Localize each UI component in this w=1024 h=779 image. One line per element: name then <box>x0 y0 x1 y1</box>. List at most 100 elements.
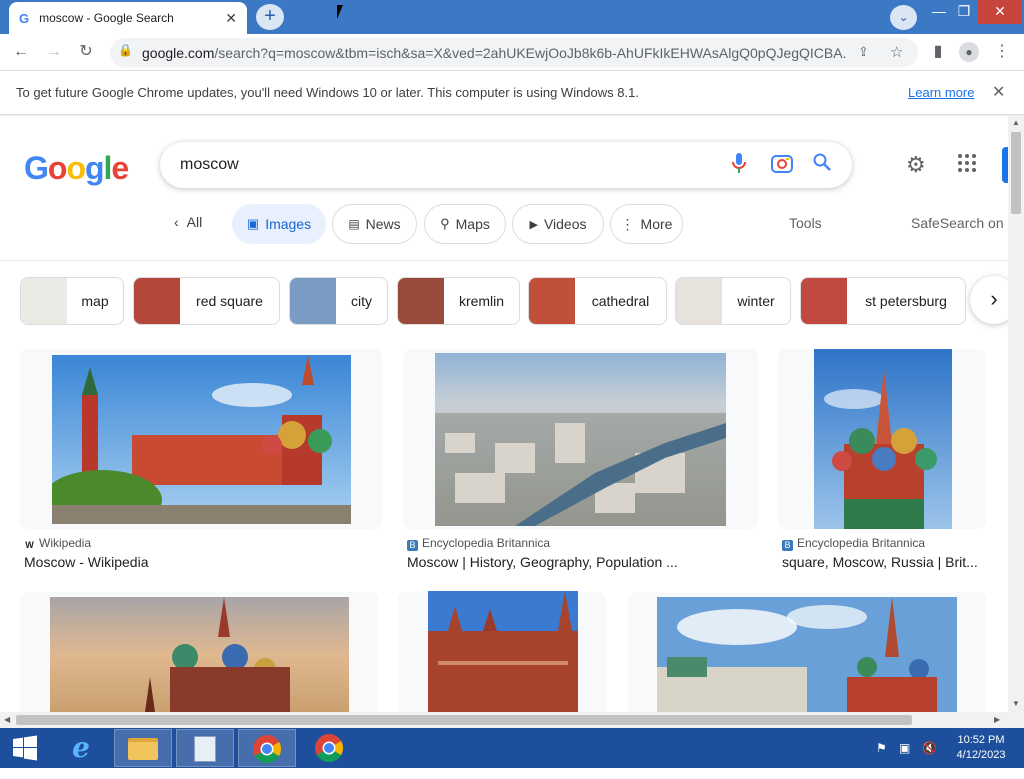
scroll-left-icon[interactable]: ◀ <box>4 715 10 724</box>
minimize-button[interactable]: — <box>926 0 952 24</box>
internet-explorer-icon[interactable]: e <box>52 729 110 767</box>
horizontal-scrollbar[interactable]: ◀ ▶ <box>0 712 1024 728</box>
share-icon[interactable]: ⇪ <box>858 44 869 60</box>
related-chip[interactable]: kremlin <box>397 277 520 325</box>
related-chip[interactable]: red square <box>133 277 280 325</box>
infobar-message: To get future Google Chrome updates, you… <box>16 85 639 100</box>
reload-icon[interactable]: ↻ <box>74 40 98 64</box>
result-source[interactable]: W Wikipedia <box>24 536 91 551</box>
tab-maps[interactable]: ⚲ Maps <box>424 204 506 244</box>
result-image[interactable] <box>428 591 578 712</box>
logo-letter: g <box>84 150 105 186</box>
chrome-icon[interactable] <box>300 729 358 767</box>
related-chip[interactable]: map <box>20 277 124 325</box>
result-image[interactable] <box>50 597 349 712</box>
tab-videos[interactable]: ▶ Videos <box>512 204 604 244</box>
search-query[interactable]: moscow <box>180 156 239 174</box>
bookmark-star-icon[interactable]: ☆ <box>890 43 903 61</box>
chip-label: cathedral <box>591 293 650 309</box>
result-image[interactable] <box>657 597 957 712</box>
result-image[interactable] <box>814 349 952 529</box>
tab-images[interactable]: ▣ Images <box>232 204 326 244</box>
result-source[interactable]: B Encyclopedia Britannica <box>782 536 925 551</box>
volume-muted-icon[interactable]: 🔇 <box>922 741 937 755</box>
tab-search-button[interactable]: ⌄ <box>890 5 917 30</box>
tab-close-icon[interactable]: ✕ <box>225 10 237 27</box>
related-chip[interactable]: city <box>289 277 388 325</box>
result-image[interactable] <box>435 353 726 526</box>
result-image[interactable] <box>52 355 351 524</box>
related-chip[interactable]: winter <box>675 277 791 325</box>
scroll-up-icon[interactable]: ▲ <box>1012 118 1020 127</box>
tab-all[interactable]: ‹ All <box>174 214 202 230</box>
tools-button[interactable]: Tools <box>789 215 822 231</box>
clock-date: 4/12/2023 <box>956 749 1006 761</box>
clock-time: 10:52 PM <box>957 734 1005 746</box>
voice-search-icon[interactable] <box>727 153 751 177</box>
horizontal-scroll-thumb[interactable] <box>16 715 912 725</box>
flag-icon[interactable]: ⚑ <box>876 741 887 755</box>
file-explorer-icon[interactable] <box>114 729 172 767</box>
related-chip[interactable]: st petersburg <box>800 277 966 325</box>
search-box[interactable]: moscow <box>160 142 852 188</box>
infobar-close-icon[interactable]: ✕ <box>992 82 1005 102</box>
tab-title: moscow - Google Search <box>39 11 174 25</box>
tab-more[interactable]: ⋮ More <box>610 204 683 244</box>
new-tab-button[interactable]: + <box>256 4 284 30</box>
image-icon: ▣ <box>246 216 260 231</box>
lock-icon: 🔒 <box>118 43 133 57</box>
start-button[interactable] <box>0 729 50 767</box>
side-panel-icon[interactable]: ▮ <box>926 40 950 64</box>
settings-gear-icon[interactable]: ⚙ <box>906 152 926 178</box>
tab-images-label: Images <box>265 216 312 232</box>
chip-label: city <box>351 293 372 309</box>
google-apps-icon[interactable] <box>958 154 976 178</box>
system-clock[interactable]: 10:52 PM 4/12/2023 <box>948 733 1014 763</box>
result-title[interactable]: square, Moscow, Russia | Brit... <box>782 554 982 570</box>
chip-thumbnail <box>676 278 722 324</box>
chevron-right-icon[interactable]: › <box>970 276 1008 324</box>
profile-icon[interactable]: ● <box>957 40 981 64</box>
window-close-button[interactable]: ✕ <box>978 0 1022 24</box>
tab-news-label: News <box>365 216 401 232</box>
tab-news[interactable]: ▤ News <box>332 204 417 244</box>
chip-thumbnail <box>398 278 444 324</box>
vertical-scroll-thumb[interactable] <box>1011 132 1021 214</box>
google-logo[interactable]: Google <box>24 150 129 187</box>
logo-letter: o <box>66 150 86 186</box>
browser-tab[interactable]: G moscow - Google Search ✕ <box>9 2 247 34</box>
forward-arrow-icon[interactable]: → <box>42 40 66 64</box>
chip-thumbnail <box>529 278 575 324</box>
url-host: google.com <box>142 45 215 61</box>
divider <box>0 260 1008 261</box>
menu-kebab-icon[interactable]: ⋮ <box>990 40 1014 64</box>
chip-label: kremlin <box>458 293 505 309</box>
back-arrow-icon[interactable]: ← <box>9 40 33 64</box>
result-title[interactable]: Moscow | History, Geography, Population … <box>407 554 752 570</box>
result-title[interactable]: Moscow - Wikipedia <box>24 554 374 570</box>
logo-letter: o <box>47 150 68 186</box>
network-icon[interactable]: ▣ <box>899 741 910 755</box>
url-path: /search?q=moscow&tbm=isch&sa=X&ved=2ahUK… <box>214 45 847 61</box>
related-chip[interactable]: cathedral <box>528 277 667 325</box>
wikipedia-favicon-icon: W <box>25 540 34 550</box>
address-bar[interactable]: 🔒 google.com/search?q=moscow&tbm=isch&sa… <box>110 38 918 67</box>
url-text[interactable]: google.com/search?q=moscow&tbm=isch&sa=X… <box>142 45 847 61</box>
file-manager-icon[interactable] <box>176 729 234 767</box>
lens-camera-icon[interactable] <box>770 153 794 177</box>
restore-button[interactable]: ❐ <box>952 0 976 24</box>
result-source[interactable]: B Encyclopedia Britannica <box>407 536 550 551</box>
chip-thumbnail <box>290 278 336 324</box>
search-submit-icon[interactable] <box>810 153 834 177</box>
learn-more-link[interactable]: Learn more <box>908 85 974 100</box>
vertical-scrollbar[interactable]: ▲ ▼ <box>1008 116 1024 712</box>
safesearch-button[interactable]: SafeSearch on <box>911 215 1004 231</box>
chevron-left-icon: ‹ <box>174 214 179 230</box>
tab-videos-label: Videos <box>543 216 587 232</box>
chip-label: map <box>81 293 109 309</box>
scroll-right-icon[interactable]: ▶ <box>994 715 1000 724</box>
update-infobar: To get future Google Chrome updates, you… <box>0 71 1024 115</box>
scroll-down-icon[interactable]: ▼ <box>1012 699 1020 708</box>
browser-toolbar: ← → ↻ 🔒 google.com/search?q=moscow&tbm=i… <box>0 34 1024 71</box>
chrome-icon[interactable] <box>238 729 296 767</box>
